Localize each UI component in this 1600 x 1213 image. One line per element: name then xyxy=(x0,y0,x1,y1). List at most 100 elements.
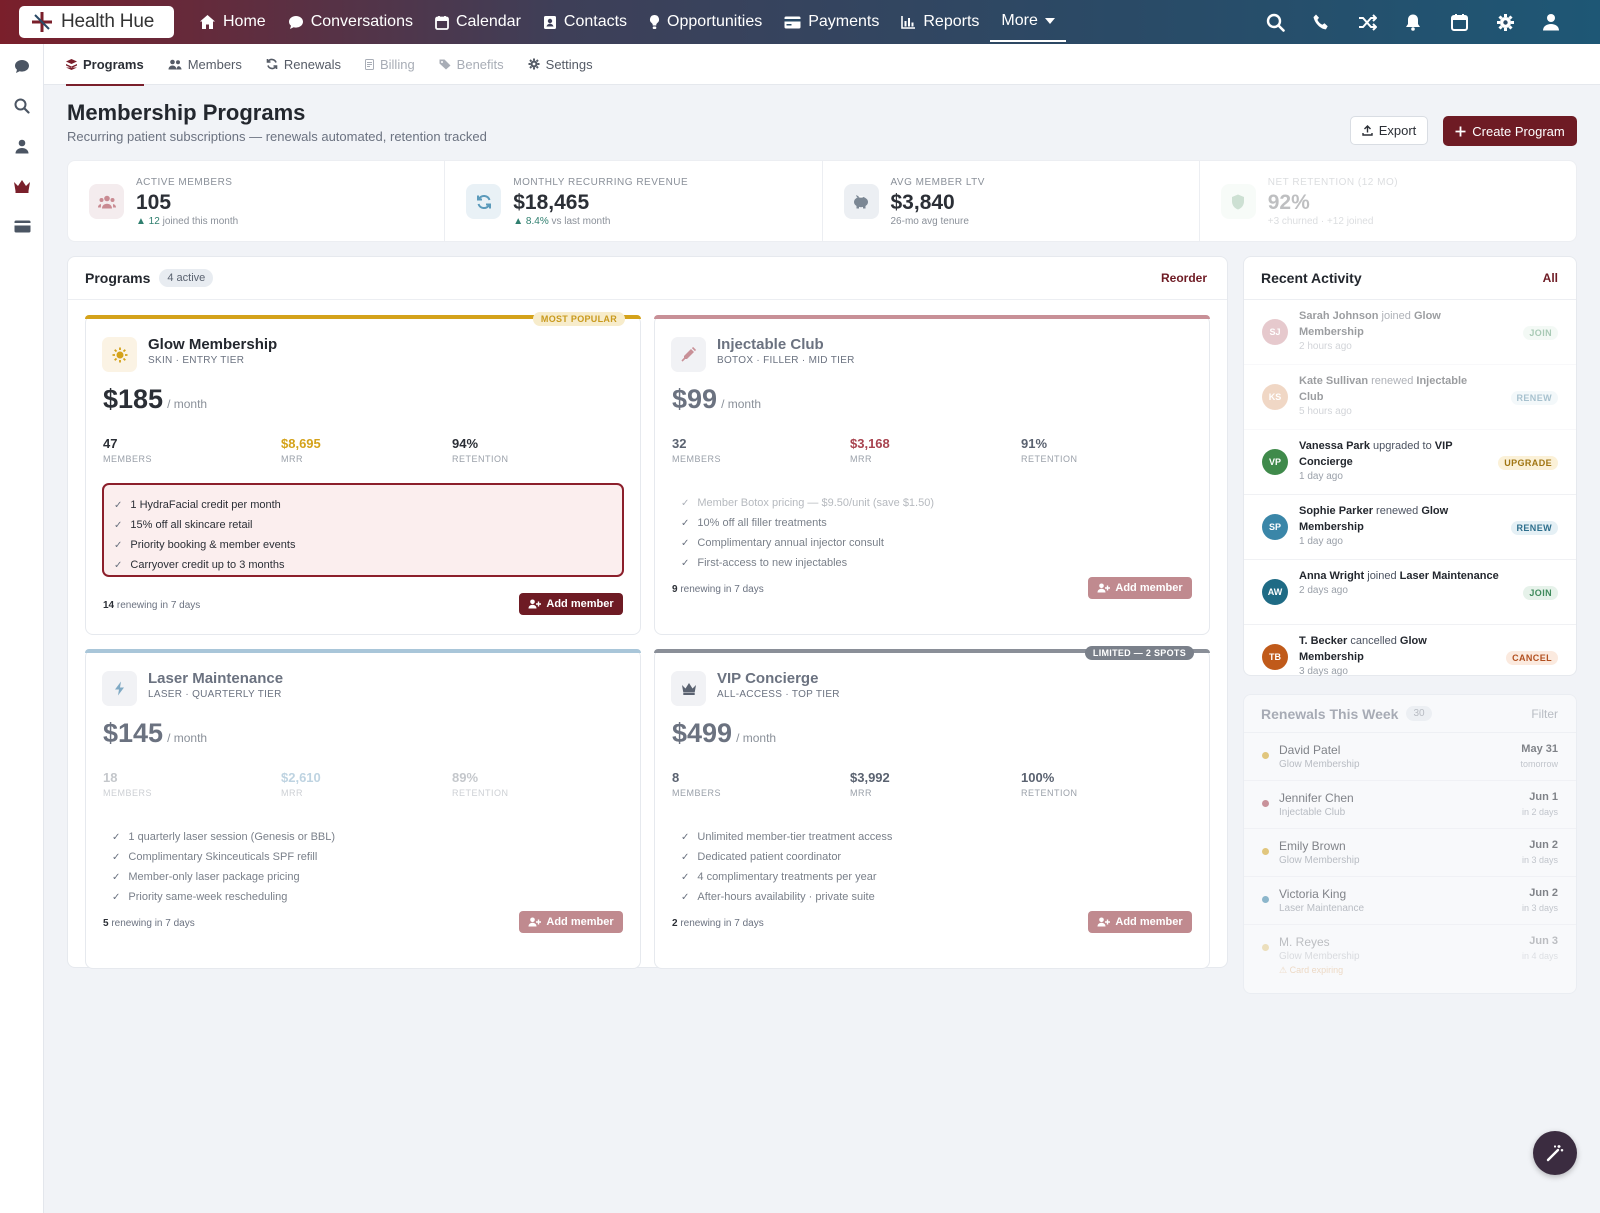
program-name: VIP Concierge xyxy=(717,670,819,687)
activity-item[interactable]: VP Vanessa Park upgraded to VIP Concierg… xyxy=(1244,430,1576,495)
activity-all-link[interactable]: All xyxy=(1543,271,1558,285)
bolt-icon xyxy=(115,681,124,696)
renewals-filter-link[interactable]: Filter xyxy=(1531,707,1558,721)
home-icon xyxy=(200,15,215,29)
brand-name: Health Hue xyxy=(61,11,155,32)
program-card-glow[interactable]: MOST POPULAR Glow Membership SKIN · ENTR… xyxy=(85,312,641,635)
nav-payments[interactable]: Payments xyxy=(773,0,890,44)
rail-chat-button[interactable] xyxy=(12,56,32,76)
nav-conversations[interactable]: Conversations xyxy=(277,0,424,44)
renewing-count: 14 renewing in 7 days xyxy=(103,600,201,611)
gear-icon xyxy=(1496,13,1514,31)
renewal-item[interactable]: M. Reyes Glow Membership Jun 3 in 4 days… xyxy=(1244,925,1576,987)
tab-programs[interactable]: Programs xyxy=(66,44,144,86)
program-card-vip[interactable]: LIMITED — 2 SPOTS VIP Concierge ALL-ACCE… xyxy=(654,646,1210,969)
check-icon: ✓ xyxy=(681,851,690,863)
credit-card-icon xyxy=(14,220,30,232)
benefit-item: ✓ First-access to new injectables xyxy=(681,557,848,569)
avatar: SJ xyxy=(1262,319,1288,345)
check-icon: ✓ xyxy=(114,519,123,531)
benefits-list: ✓ Member Botox pricing — $9.50/unit (save… xyxy=(671,483,1193,577)
rail-billing-button[interactable] xyxy=(12,216,32,236)
check-icon: ✓ xyxy=(681,537,690,549)
program-name: Glow Membership xyxy=(148,336,278,353)
rail-user-button[interactable] xyxy=(12,136,32,156)
nav-reports[interactable]: Reports xyxy=(890,0,990,44)
program-tier: ALL-ACCESS · TOP TIER xyxy=(717,689,840,700)
status-badge: JOIN xyxy=(1523,326,1558,340)
users-icon xyxy=(97,195,116,208)
program-price: $145/ month xyxy=(103,718,208,748)
program-price: $99/ month xyxy=(672,384,762,414)
program-card-injectable[interactable]: Injectable Club BOTOX · FILLER · MID TIE… xyxy=(654,315,1210,635)
renewal-item[interactable]: Victoria King Laser Maintenance Jun 2 in… xyxy=(1244,877,1576,925)
program-card-laser[interactable]: Laser Maintenance LASER · QUARTERLY TIER… xyxy=(85,649,641,969)
activity-item[interactable]: SP Sophie Parker renewed Glow Membership… xyxy=(1244,495,1576,560)
benefits-list: ✓ 1 HydraFacial credit per month ✓ 15% off… xyxy=(102,483,624,577)
benefit-item: ✓ After-hours availability · private suit… xyxy=(681,891,875,903)
check-icon: ✓ xyxy=(112,871,121,883)
notifications-button[interactable] xyxy=(1390,0,1436,44)
settings-button[interactable] xyxy=(1482,0,1528,44)
activity-item[interactable]: SJ Sarah Johnson joined Glow Membership 2… xyxy=(1244,300,1576,365)
check-icon: ✓ xyxy=(114,539,123,551)
activity-list: SJ Sarah Johnson joined Glow Membership 2… xyxy=(1244,300,1576,690)
shuffle-button[interactable] xyxy=(1344,0,1390,44)
stat-avg-ltv: AVG MEMBER LTV $3,840 26-mo avg tenure xyxy=(823,161,1200,241)
reorder-link[interactable]: Reorder xyxy=(1161,271,1207,285)
calendar-icon xyxy=(435,15,449,30)
tab-renewals[interactable]: Renewals xyxy=(266,44,341,85)
program-dot xyxy=(1262,848,1269,855)
avatar: KS xyxy=(1262,384,1288,410)
nav-more-dropdown[interactable]: More xyxy=(990,2,1066,42)
stat-mrr: MONTHLY RECURRING REVENUE $18,465 ▲ 8.4%… xyxy=(445,161,823,241)
program-tier: BOTOX · FILLER · MID TIER xyxy=(717,355,855,366)
metric-retention: 89% RETENTION xyxy=(452,770,509,798)
nav-home[interactable]: Home xyxy=(188,0,277,44)
logo-mark-icon xyxy=(32,12,52,32)
rail-membership-button[interactable] xyxy=(12,176,32,196)
nav-opportunities[interactable]: Opportunities xyxy=(638,0,773,44)
activity-item[interactable]: TB T. Becker cancelled Glow Membership 3 … xyxy=(1244,625,1576,690)
top-navigation: Health Hue Home Conversations Calendar C… xyxy=(0,0,1600,44)
check-icon: ✓ xyxy=(112,851,121,863)
avatar: SP xyxy=(1262,514,1288,540)
nav-contacts[interactable]: Contacts xyxy=(532,0,638,44)
tab-benefits[interactable]: Benefits xyxy=(439,44,504,85)
activity-item[interactable]: AW Anna Wright joined Laser Maintenance 2… xyxy=(1244,560,1576,625)
benefits-list: ✓ Unlimited member-tier treatment access … xyxy=(671,817,1193,911)
add-member-button[interactable]: Add member xyxy=(519,593,623,615)
tab-billing[interactable]: Billing xyxy=(364,44,415,85)
renewal-item[interactable]: Emily Brown Glow Membership Jun 2 in 3 d… xyxy=(1244,829,1576,877)
search-button[interactable] xyxy=(1252,0,1298,44)
sun-icon xyxy=(112,347,127,362)
tab-members[interactable]: Members xyxy=(168,44,242,85)
brand-logo[interactable]: Health Hue xyxy=(19,6,174,38)
add-member-button[interactable]: Add member xyxy=(519,911,623,933)
create-program-button[interactable]: Create Program xyxy=(1443,116,1577,146)
program-tier: SKIN · ENTRY TIER xyxy=(148,355,245,366)
refresh-icon xyxy=(476,194,491,209)
avatar: AW xyxy=(1262,579,1288,605)
renewal-item[interactable]: David Patel Glow Membership May 31 tomor… xyxy=(1244,733,1576,781)
stats-strip: ACTIVE MEMBERS 105 ▲ 12 joined this mont… xyxy=(67,160,1577,242)
add-member-button[interactable]: Add member xyxy=(1088,911,1192,933)
export-button[interactable]: Export xyxy=(1350,116,1428,145)
check-icon: ✓ xyxy=(681,557,690,569)
profile-button[interactable] xyxy=(1528,0,1574,44)
rail-search-button[interactable] xyxy=(12,96,32,116)
tab-settings[interactable]: Settings xyxy=(528,44,593,85)
check-icon: ✓ xyxy=(112,891,121,903)
renewal-item[interactable]: Jennifer Chen Injectable Club Jun 1 in 2… xyxy=(1244,781,1576,829)
magic-assist-button[interactable] xyxy=(1533,1131,1577,1175)
user-icon xyxy=(15,139,29,153)
renewing-count: 2 renewing in 7 days xyxy=(672,918,764,929)
add-member-button[interactable]: Add member xyxy=(1088,577,1192,599)
nav-calendar[interactable]: Calendar xyxy=(424,0,532,44)
metric-retention: 100% RETENTION xyxy=(1021,770,1078,798)
crown-icon xyxy=(14,180,30,193)
phone-button[interactable] xyxy=(1298,0,1344,44)
shield-icon xyxy=(1232,194,1245,209)
calendar-button[interactable] xyxy=(1436,0,1482,44)
activity-item[interactable]: KS Kate Sullivan renewed Injectable Club… xyxy=(1244,365,1576,430)
